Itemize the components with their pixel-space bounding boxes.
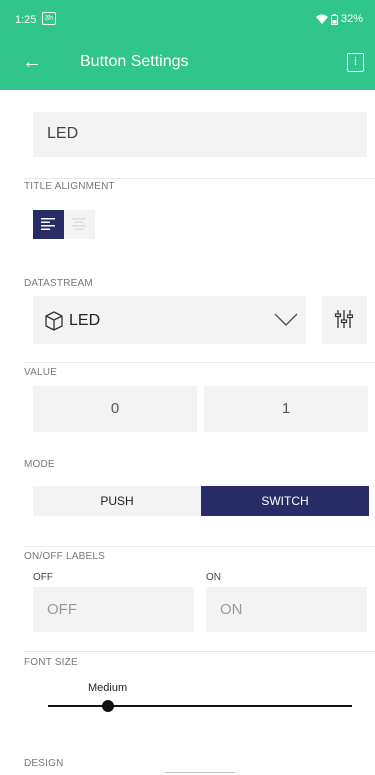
divider: [24, 178, 375, 179]
align-left-button[interactable]: [33, 210, 64, 239]
font-size-label: FONT SIZE: [24, 657, 78, 668]
mode-push-button[interactable]: PUSH: [33, 486, 201, 516]
status-bar: 1:25 ठh 32%: [0, 0, 375, 40]
app-bar: ← Button Settings i: [0, 40, 375, 90]
back-arrow-icon[interactable]: ←: [22, 52, 42, 72]
divider: [24, 546, 375, 547]
on-label-input[interactable]: ON: [206, 587, 367, 632]
battery-icon: [330, 13, 338, 25]
font-size-slider-thumb[interactable]: [102, 700, 114, 712]
on-caption: ON: [206, 572, 221, 583]
value-label: VALUE: [24, 367, 58, 378]
status-time: 1:25: [15, 14, 37, 26]
on-off-labels-label: ON/OFF LABELS: [24, 551, 105, 562]
datastream-dropdown[interactable]: LED: [33, 296, 306, 344]
datastream-settings-button[interactable]: [322, 296, 367, 344]
widget-name-value: LED: [47, 125, 79, 142]
off-caption: OFF: [33, 572, 53, 583]
cube-icon: [45, 311, 63, 331]
align-center-icon: [72, 218, 86, 230]
battery-level: 32%: [340, 13, 363, 25]
divider: [24, 362, 375, 363]
chevron-down-icon: [274, 313, 298, 326]
widget-name-field[interactable]: LED: [33, 112, 367, 157]
sliders-icon: [334, 310, 354, 328]
info-icon[interactable]: i: [347, 53, 364, 72]
align-center-button[interactable]: [64, 210, 95, 239]
wifi-icon: [315, 14, 328, 24]
status-right: 32%: [315, 13, 363, 25]
mode-label: MODE: [24, 459, 55, 470]
mode-switch-button[interactable]: SWITCH: [201, 486, 369, 516]
value-off-field[interactable]: 0: [33, 386, 197, 432]
notification-icon: ठh: [42, 12, 56, 25]
design-label: DESIGN: [24, 758, 64, 769]
datastream-label: DATASTREAM: [24, 278, 93, 289]
off-label-input[interactable]: OFF: [33, 587, 194, 632]
title-alignment-label: TITLE ALIGNMENT: [24, 181, 115, 192]
font-size-slider-track[interactable]: [48, 705, 352, 707]
align-left-icon: [41, 218, 55, 230]
divider: [24, 651, 375, 652]
page-title: Button Settings: [80, 53, 189, 70]
value-on-field[interactable]: 1: [204, 386, 368, 432]
font-size-value: Medium: [88, 682, 128, 694]
datastream-selected: LED: [69, 312, 101, 329]
